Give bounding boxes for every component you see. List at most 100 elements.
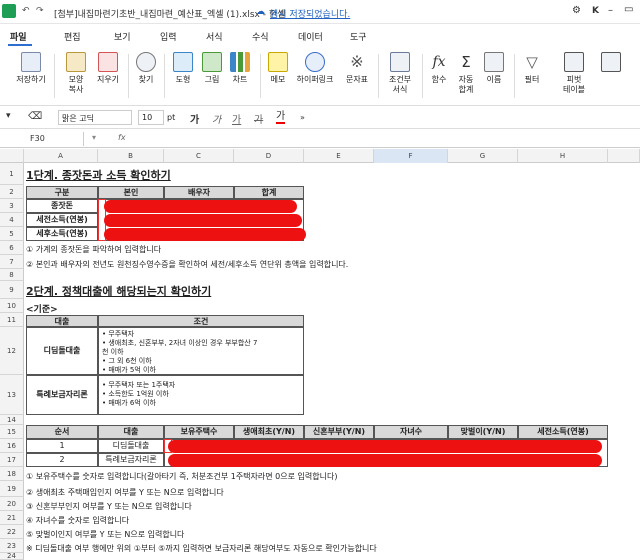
- clear-button[interactable]: 지우기: [92, 52, 124, 85]
- strikethrough-button[interactable]: 가: [254, 111, 263, 126]
- row-header[interactable]: 11: [0, 313, 24, 327]
- column-header[interactable]: H: [518, 149, 608, 163]
- condition-line: • 매매가 6억 이하: [102, 399, 156, 407]
- row-header[interactable]: 8: [0, 269, 24, 281]
- menu-format[interactable]: 서식: [206, 30, 223, 43]
- minimize-icon[interactable]: –: [608, 5, 613, 16]
- style-dropdown-icon[interactable]: ▾: [6, 111, 11, 121]
- select-all-corner[interactable]: [0, 149, 24, 163]
- note-line: ③ 신혼부부인지 여부를 Y 또는 N으로 입력합니다: [26, 502, 192, 511]
- row-header[interactable]: 20: [0, 497, 24, 511]
- column-header[interactable]: E: [304, 149, 374, 163]
- column-header[interactable]: [608, 149, 640, 163]
- name-box[interactable]: F30: [0, 132, 84, 146]
- row-header[interactable]: 24: [0, 553, 24, 560]
- row-header[interactable]: 5: [0, 227, 24, 241]
- row-header[interactable]: 12: [0, 327, 24, 375]
- loan-conditions: • 무주택자 또는 1주택자 • 소득한도 1억원 이하 • 매매가 6억 이하: [98, 375, 304, 415]
- font-name-select[interactable]: 맑은 고딕: [58, 110, 132, 125]
- row-header[interactable]: 17: [0, 453, 24, 467]
- paint-icon[interactable]: ⌫: [28, 111, 42, 122]
- menu-insert[interactable]: 입력: [160, 30, 177, 43]
- loan-name: 디딤돌대출: [26, 327, 98, 375]
- menu-edit[interactable]: 편집: [64, 30, 81, 43]
- column-header[interactable]: B: [98, 149, 164, 163]
- row-header[interactable]: 16: [0, 439, 24, 453]
- conditional-format-button[interactable]: 조건부 서식: [382, 52, 418, 95]
- row-header[interactable]: 22: [0, 525, 24, 539]
- criteria-label: <기준>: [26, 305, 58, 315]
- picture-button[interactable]: 그림: [198, 52, 226, 85]
- table-header: 구분: [26, 186, 98, 199]
- row-header[interactable]: 13: [0, 375, 24, 415]
- column-header-selected[interactable]: F: [374, 149, 448, 163]
- row-header[interactable]: 4: [0, 213, 24, 227]
- shapes-button[interactable]: 도형: [168, 52, 198, 85]
- bold-button[interactable]: 가: [190, 111, 199, 126]
- function-button[interactable]: fx 함수: [426, 52, 452, 85]
- redacted-block: [168, 440, 602, 453]
- filter-button[interactable]: ▽ 필터: [518, 52, 546, 85]
- table-header: 대출: [98, 425, 164, 439]
- memo-button[interactable]: 메모: [264, 52, 292, 85]
- symbol-button[interactable]: ※ 문자표: [340, 52, 374, 85]
- font-size-input[interactable]: 10: [138, 110, 164, 125]
- row-header[interactable]: 9: [0, 281, 24, 299]
- row-header[interactable]: 18: [0, 467, 24, 481]
- name-button[interactable]: 이름: [480, 52, 508, 85]
- note-line: ① 가계의 종잣돈을 파악하여 입력합니다: [26, 245, 162, 254]
- column-header[interactable]: A: [24, 149, 98, 163]
- menu-view[interactable]: 보기: [114, 30, 131, 43]
- row-header[interactable]: 19: [0, 481, 24, 497]
- redacted-block: [104, 214, 302, 227]
- table-header: 본인: [98, 186, 164, 199]
- row-header[interactable]: 14: [0, 415, 24, 425]
- fx-label[interactable]: fx: [118, 133, 126, 142]
- save-status[interactable]: 임시 저장되었습니다.: [270, 7, 350, 20]
- menu-tools[interactable]: 도구: [350, 30, 367, 43]
- note-line: ② 본인과 배우자의 전년도 원천징수영수증을 확인하여 세전/세후소득 연단위…: [26, 260, 349, 269]
- name-tag-icon: [484, 52, 504, 72]
- qa-redo-icon[interactable]: ↷: [36, 6, 44, 16]
- row-header[interactable]: 10: [0, 299, 24, 313]
- italic-button[interactable]: 가: [212, 111, 221, 126]
- table-grid-button[interactable]: [598, 52, 624, 75]
- format-painter-button[interactable]: 모양 복사: [60, 52, 92, 95]
- column-header[interactable]: D: [234, 149, 304, 163]
- underline-button[interactable]: 가: [232, 111, 241, 126]
- column-header-bar: A B C D E F G H: [0, 149, 640, 163]
- note-line: ※ 디딤돌대출 여부 행에만 위의 ①부터 ⑤까지 입력하면 보금자리론 해당여…: [26, 544, 377, 553]
- row-header[interactable]: 6: [0, 241, 24, 255]
- column-header[interactable]: C: [164, 149, 234, 163]
- row-header[interactable]: 1: [0, 163, 24, 185]
- font-color-button[interactable]: 가: [276, 111, 286, 124]
- menu-formula[interactable]: 수식: [252, 30, 269, 43]
- table-header: 생애최초(Y/N): [234, 425, 304, 439]
- chart-button[interactable]: 차트: [226, 52, 254, 85]
- find-button[interactable]: 찾기: [132, 52, 160, 85]
- hyperlink-button[interactable]: 하이퍼링크: [292, 52, 338, 85]
- save-button[interactable]: 저장하기: [12, 52, 50, 85]
- condition-line: • 매매가 5억 이하: [102, 366, 156, 374]
- table-grid-icon: [601, 52, 621, 72]
- more-format-icon[interactable]: »: [300, 113, 305, 122]
- row-header[interactable]: 15: [0, 425, 24, 439]
- user-avatar[interactable]: K: [592, 6, 599, 16]
- menu-data[interactable]: 데이터: [298, 30, 323, 43]
- condition-line: • 무주택자: [102, 330, 135, 338]
- name-box-dropdown-icon[interactable]: ▾: [92, 133, 96, 142]
- row-header[interactable]: 21: [0, 511, 24, 525]
- qa-undo-icon[interactable]: ↶: [22, 6, 30, 16]
- redacted-block: [168, 454, 602, 467]
- row-header[interactable]: 3: [0, 199, 24, 213]
- row-header[interactable]: 7: [0, 255, 24, 269]
- table-header: 자녀수: [374, 425, 448, 439]
- menu-file[interactable]: 파일: [10, 30, 27, 43]
- row-header[interactable]: 23: [0, 539, 24, 553]
- autosum-button[interactable]: Σ 자동 합계: [452, 52, 480, 95]
- column-header[interactable]: G: [448, 149, 518, 163]
- maximize-icon[interactable]: ▭: [624, 4, 633, 15]
- row-header[interactable]: 2: [0, 185, 24, 199]
- pivot-table-button[interactable]: 피벗 테이블: [556, 52, 592, 95]
- settings-gear-icon[interactable]: ⚙: [572, 5, 581, 16]
